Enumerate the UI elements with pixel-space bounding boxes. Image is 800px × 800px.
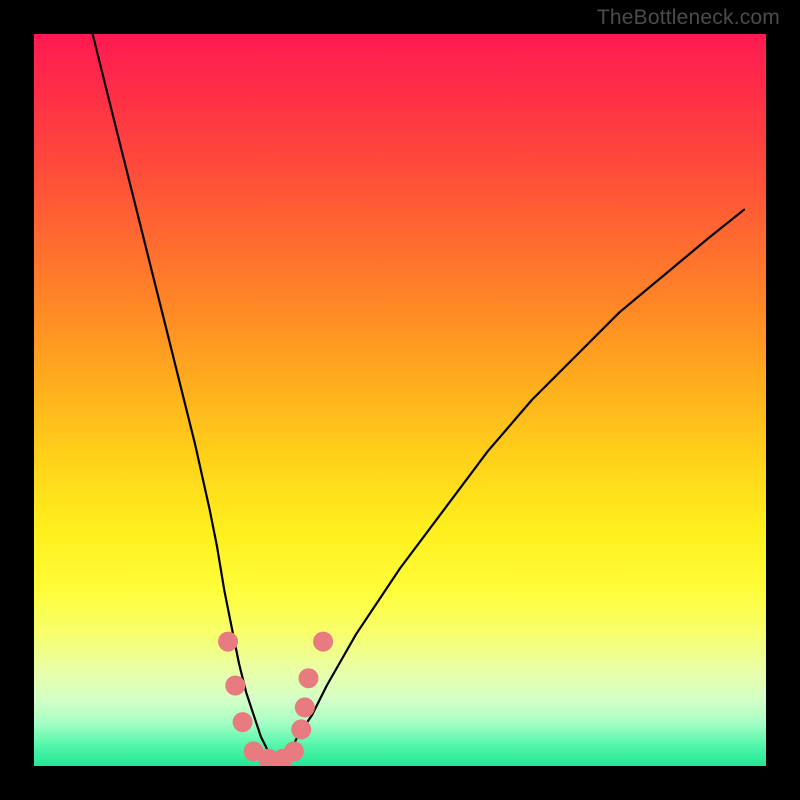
trough-marker	[225, 676, 245, 696]
trough-marker	[284, 741, 304, 761]
plot-area	[34, 34, 766, 766]
trough-markers-group	[218, 632, 333, 766]
trough-marker	[299, 668, 319, 688]
bottleneck-curve	[93, 34, 744, 759]
trough-marker	[313, 632, 333, 652]
chart-overlay	[34, 34, 766, 766]
trough-marker	[218, 632, 238, 652]
trough-marker	[233, 712, 253, 732]
watermark-text: TheBottleneck.com	[597, 6, 780, 30]
trough-marker	[291, 719, 311, 739]
chart-frame: TheBottleneck.com	[0, 0, 800, 800]
trough-marker	[295, 697, 315, 717]
